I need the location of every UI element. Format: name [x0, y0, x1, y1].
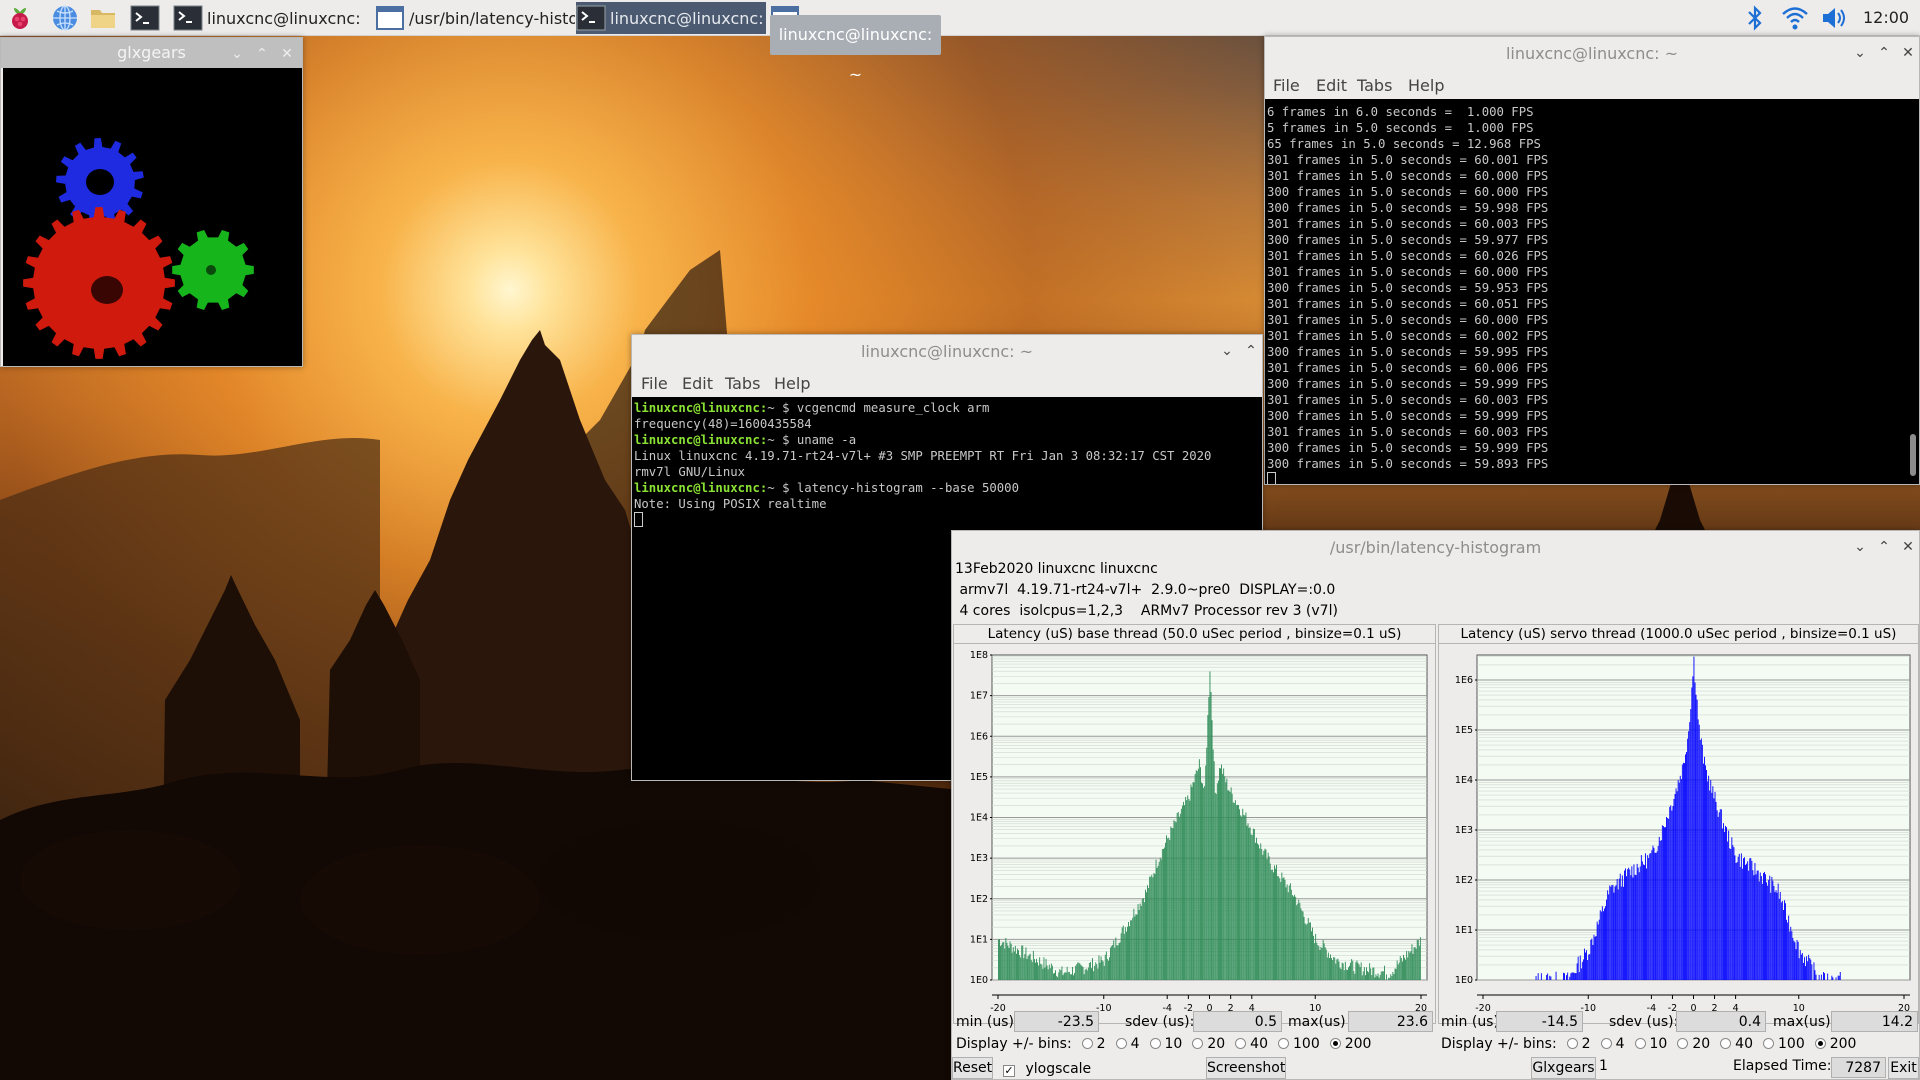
terminal-line: 300 frames in 5.0 seconds = 59.995 FPS [1267, 345, 1549, 359]
window-titlebar[interactable]: /usr/bin/latency-histogram ⌄ ⌃ ✕ [952, 531, 1919, 565]
menu-help[interactable]: Help [1408, 76, 1444, 95]
terminal-line: linuxcnc@linuxcnc:~ $ uname -a [634, 433, 857, 447]
terminal-line: 301 frames in 5.0 seconds = 60.026 FPS [1267, 249, 1549, 263]
terminal-icon [576, 5, 606, 31]
menu-edit[interactable]: Edit [1316, 76, 1347, 95]
taskbar-task-terminal-2[interactable]: linuxcnc@linuxcnc: ~ [576, 2, 766, 34]
terminal-line: Linux linuxcnc 4.19.71-rt24-v7l+ #3 SMP … [634, 449, 1212, 463]
terminal-line: 300 frames in 5.0 seconds = 59.977 FPS [1267, 233, 1549, 247]
scrollbar-thumb[interactable] [1910, 434, 1916, 476]
menu-tabs[interactable]: Tabs [1357, 76, 1392, 95]
window-title: /usr/bin/latency-histogram [1329, 538, 1542, 557]
cursor [1267, 472, 1276, 484]
gear-hole [206, 265, 216, 275]
menu-tabs[interactable]: Tabs [725, 374, 760, 393]
terminal-output[interactable]: 6 frames in 6.0 seconds = 1.000 FPS 5 fra… [1265, 99, 1907, 484]
menubar: File Edit Tabs Help [1265, 71, 1919, 99]
menubar: File Edit Tabs Help [632, 369, 1262, 397]
menu-help[interactable]: Help [774, 374, 810, 393]
terminal-line: 301 frames in 5.0 seconds = 60.003 FPS [1267, 393, 1549, 407]
scrollbar[interactable] [1907, 99, 1919, 484]
terminal-line: 301 frames in 5.0 seconds = 60.002 FPS [1267, 329, 1549, 343]
menu-edit[interactable]: Edit [682, 374, 713, 393]
menu-file[interactable]: File [1273, 76, 1300, 95]
terminal-line: rmv7l GNU/Linux [634, 465, 746, 479]
terminal-line: Note: Using POSIX realtime [634, 497, 827, 511]
file-manager-icon[interactable] [88, 3, 118, 33]
close-icon[interactable]: ✕ [280, 47, 294, 61]
menu-file[interactable]: File [641, 374, 668, 393]
taskbar-tooltip: linuxcnc@linuxcnc: ~ [770, 15, 941, 84]
glxgears-window: glxgears ⌄ ⌃ ✕ [0, 37, 303, 367]
terminal-line: 301 frames in 5.0 seconds = 60.006 FPS [1267, 361, 1549, 375]
terminal-line: 301 frames in 5.0 seconds = 60.000 FPS [1267, 169, 1549, 183]
glxgears-canvas [3, 68, 302, 366]
taskbar-task-latency-histogram[interactable]: /usr/bin/latency-histo... [375, 2, 575, 34]
terminal-icon[interactable] [130, 3, 160, 33]
clock: 12:00 [1863, 8, 1910, 27]
window-title: glxgears [117, 43, 186, 62]
volume-icon[interactable] [1820, 3, 1850, 33]
gears-render [23, 137, 254, 359]
maximize-icon[interactable]: ⌃ [255, 47, 269, 61]
minimize-icon[interactable]: ⌄ [1853, 46, 1867, 60]
terminal-line: 300 frames in 5.0 seconds = 59.998 FPS [1267, 201, 1549, 215]
terminal-line: 300 frames in 5.0 seconds = 59.953 FPS [1267, 281, 1549, 295]
taskbar-task-label: /usr/bin/latency-histo... [409, 8, 575, 28]
terminal-line: linuxcnc@linuxcnc:~ $ latency-histogram … [634, 481, 1019, 495]
latency-histogram-window: /usr/bin/latency-histogram ⌄ ⌃ ✕ [951, 530, 1920, 1080]
close-icon[interactable]: ✕ [1901, 540, 1915, 554]
minimize-icon[interactable]: ⌄ [1853, 540, 1867, 554]
window-titlebar[interactable]: glxgears ⌄ ⌃ ✕ [1, 38, 302, 68]
terminal-line: 300 frames in 5.0 seconds = 59.999 FPS [1267, 409, 1549, 423]
window-titlebar[interactable]: linuxcnc@linuxcnc: ~ ⌄ ⌃ [632, 335, 1262, 369]
browser-globe-icon[interactable] [50, 3, 80, 33]
terminal-line: 300 frames in 5.0 seconds = 59.893 FPS [1267, 457, 1549, 471]
gear-hole [86, 169, 114, 195]
terminal-line: 301 frames in 5.0 seconds = 60.001 FPS [1267, 153, 1549, 167]
minimize-icon[interactable]: ⌄ [1220, 344, 1234, 358]
taskbar: linuxcnc@linuxcnc: ~ /usr/bin/latency-hi… [0, 0, 1920, 36]
taskbar-task-label: linuxcnc@linuxcnc: ~ [610, 8, 766, 28]
window-title: linuxcnc@linuxcnc: ~ [860, 342, 1034, 361]
maximize-icon[interactable]: ⌃ [1877, 46, 1891, 60]
cursor [634, 512, 643, 527]
terminal-line: 6 frames in 6.0 seconds = 1.000 FPS [1267, 105, 1534, 119]
taskbar-task-label: linuxcnc@linuxcnc: ~ [207, 8, 363, 28]
minimize-icon[interactable]: ⌄ [230, 47, 244, 61]
maximize-icon[interactable]: ⌃ [1244, 344, 1258, 358]
wifi-icon[interactable] [1780, 3, 1810, 33]
terminal-line: 301 frames in 5.0 seconds = 60.003 FPS [1267, 425, 1549, 439]
gear-hole [91, 276, 123, 304]
window-titlebar[interactable]: linuxcnc@linuxcnc: ~ ⌄ ⌃ ✕ [1265, 37, 1919, 71]
maximize-icon[interactable]: ⌃ [1877, 540, 1891, 554]
window-icon [376, 6, 404, 30]
terminal-line: 300 frames in 5.0 seconds = 59.999 FPS [1267, 441, 1549, 455]
taskbar-task-terminal-1[interactable]: linuxcnc@linuxcnc: ~ [173, 2, 363, 34]
window-title: linuxcnc@linuxcnc: ~ [1505, 44, 1679, 63]
terminal-line: 300 frames in 5.0 seconds = 60.000 FPS [1267, 185, 1549, 199]
terminal-line: 65 frames in 5.0 seconds = 12.968 FPS [1267, 137, 1541, 151]
terminal-window-fps: linuxcnc@linuxcnc: ~ ⌄ ⌃ ✕ File Edit Tab… [1264, 36, 1920, 485]
terminal-line: 301 frames in 5.0 seconds = 60.000 FPS [1267, 313, 1549, 327]
terminal-line: 5 frames in 5.0 seconds = 1.000 FPS [1267, 121, 1534, 135]
bluetooth-icon[interactable] [1745, 3, 1765, 33]
terminal-icon [173, 5, 203, 31]
terminal-line: 301 frames in 5.0 seconds = 60.051 FPS [1267, 297, 1549, 311]
terminal-line: 301 frames in 5.0 seconds = 60.000 FPS [1267, 265, 1549, 279]
close-icon[interactable]: ✕ [1901, 46, 1915, 60]
raspberry-menu-icon[interactable] [5, 3, 35, 33]
terminal-line: linuxcnc@linuxcnc:~ $ vcgencmd measure_c… [634, 401, 990, 415]
terminal-line: 300 frames in 5.0 seconds = 59.999 FPS [1267, 377, 1549, 391]
terminal-line: frequency(48)=1600435584 [634, 417, 812, 431]
terminal-line: 301 frames in 5.0 seconds = 60.003 FPS [1267, 217, 1549, 231]
